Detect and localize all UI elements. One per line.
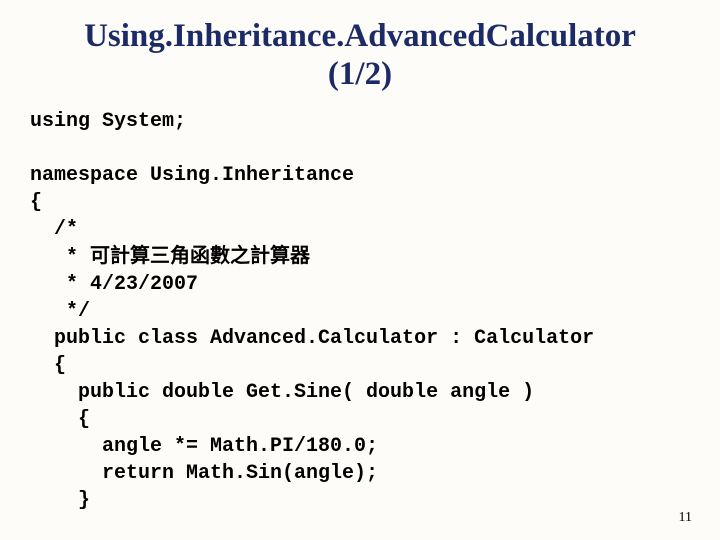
slide-title: Using.Inheritance.AdvancedCalculator (1/… <box>30 18 690 94</box>
code-line: { <box>30 354 66 377</box>
code-line: public class Advanced.Calculator : Calcu… <box>30 327 594 350</box>
code-comment-zh: 可計算三角函數之計算器 <box>90 245 310 267</box>
code-line: using System; <box>30 110 186 133</box>
code-line: */ <box>30 300 90 323</box>
page-number: 11 <box>679 510 692 526</box>
code-line: { <box>30 408 90 431</box>
code-line: angle *= Math.PI/180.0; <box>30 435 378 458</box>
code-line: { <box>30 191 42 214</box>
code-line: * <box>30 246 90 269</box>
code-line: /* <box>30 218 78 241</box>
code-line: namespace Using.Inheritance <box>30 164 354 187</box>
code-line: public double Get.Sine( double angle ) <box>30 381 534 404</box>
title-line-2: (1/2) <box>328 56 392 92</box>
title-line-1: Using.Inheritance.AdvancedCalculator <box>84 18 636 54</box>
code-line: * 4/23/2007 <box>30 273 198 296</box>
slide: Using.Inheritance.AdvancedCalculator (1/… <box>0 0 720 540</box>
code-block: using System; namespace Using.Inheritanc… <box>30 108 690 514</box>
code-line: return Math.Sin(angle); <box>30 462 378 485</box>
code-line: } <box>30 489 90 512</box>
